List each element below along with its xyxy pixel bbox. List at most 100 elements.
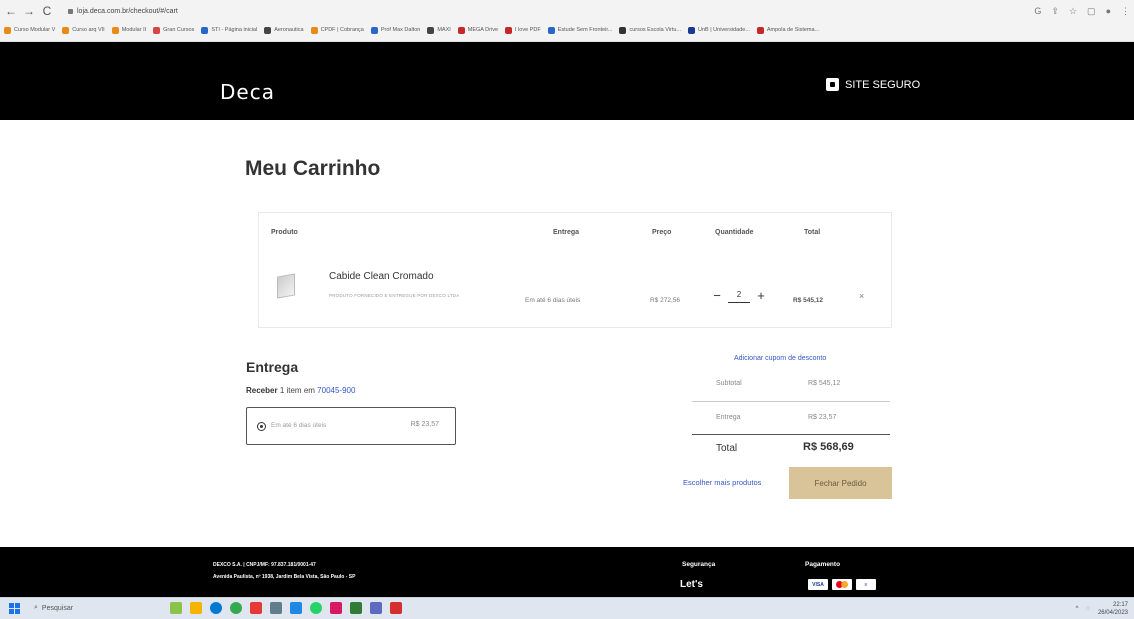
app-icon[interactable] — [370, 602, 382, 614]
edge-icon[interactable] — [210, 602, 222, 614]
bookmark-favicon-icon — [62, 26, 70, 34]
product-image[interactable] — [277, 273, 295, 299]
bookmark-favicon-icon — [619, 26, 627, 34]
address-bar[interactable]: loja.deca.com.br/checkout/#/cart — [68, 8, 178, 15]
item-total: R$ 545,12 — [793, 297, 823, 304]
bookmark-item[interactable]: STI - Página inicial — [201, 26, 257, 34]
bookmark-label: Curso Modular V — [14, 27, 56, 33]
receive-label: Receber — [246, 386, 278, 395]
product-name[interactable]: Cabide Clean Cromado — [329, 271, 434, 282]
footer-address: Avenida Paulista, nº 1938, Jardim Bela V… — [213, 574, 356, 580]
app-icon[interactable] — [330, 602, 342, 614]
bookmark-label: I love PDF — [515, 27, 541, 33]
app-icon[interactable] — [350, 602, 362, 614]
bookmark-item[interactable]: MAXI — [427, 26, 451, 34]
taskbar-search-placeholder: Pesquisar — [41, 604, 74, 612]
app-icon[interactable] — [270, 602, 282, 614]
column-header-price: Preço — [652, 229, 672, 236]
page-title: Meu Carrinho — [245, 157, 381, 180]
bookmark-label: CPDF | Cobrança — [320, 27, 364, 33]
google-icon[interactable]: G — [1034, 6, 1041, 16]
explorer-icon[interactable] — [190, 602, 202, 614]
bookmark-item[interactable]: Estude Sem Fronteir... — [547, 26, 612, 34]
star-icon[interactable]: ☆ — [1069, 6, 1077, 17]
chrome-icon[interactable] — [230, 602, 242, 614]
remove-item-icon[interactable]: × — [859, 291, 864, 301]
shipping-label: Entrega — [716, 414, 741, 421]
increase-quantity-button[interactable]: + — [756, 288, 766, 303]
checkout-button[interactable]: Fechar Pedido — [789, 467, 892, 499]
add-coupon-link[interactable]: Adicionar cupom de desconto — [734, 355, 826, 362]
decrease-quantity-button[interactable]: − — [712, 288, 722, 303]
windows-taskbar: ⌕ Pesquisar ^ ◌ 22:17 26/04/2023 — [0, 597, 1134, 619]
product-seller-note: PRODUTO FORNECIDO E ENTREGUE POR DEXCO L… — [329, 293, 460, 298]
windows-start-icon[interactable] — [9, 603, 20, 614]
forward-icon[interactable]: → — [22, 4, 36, 18]
app-icon[interactable] — [290, 602, 302, 614]
quantity-input[interactable]: 2 — [728, 287, 750, 303]
bookmark-label: Aeronautica — [274, 27, 304, 33]
app-icon[interactable] — [170, 602, 182, 614]
bookmark-label: Ampola de Sistema... — [766, 27, 820, 33]
bookmark-favicon-icon — [111, 26, 119, 34]
bookmark-label: Modular II — [121, 27, 147, 33]
bookmark-item[interactable]: MEGA Drive — [457, 26, 498, 34]
bookmark-item[interactable]: cursos Escola Virtu... — [619, 26, 681, 34]
browser-actions: G ⇪ ☆ ▢ ● ⋮ — [1034, 2, 1130, 20]
column-header-delivery: Entrega — [553, 229, 580, 236]
bookmark-favicon-icon — [505, 26, 513, 34]
clock[interactable]: 22:17 26/04/2023 — [1098, 601, 1128, 617]
whatsapp-icon[interactable] — [310, 602, 322, 614]
bookmark-item[interactable]: UnB | Universidade... — [688, 26, 750, 34]
delivery-destination: Receber 1 item em 70045-900 — [246, 386, 355, 395]
shipping-row: Entrega R$ 23,57 — [692, 406, 890, 434]
bookmark-label: cursos Escola Virtu... — [629, 27, 681, 33]
bookmark-item[interactable]: Curso arq VII — [62, 26, 105, 34]
bookmark-item[interactable]: Gran Cursos — [153, 26, 194, 34]
bookmark-item[interactable]: Ampola de Sistema... — [756, 26, 820, 34]
menu-icon[interactable]: ⋮ — [1121, 6, 1130, 17]
total-value: R$ 568,69 — [803, 441, 854, 453]
cart-table: Produto Entrega Preço Quantidade Total C… — [258, 212, 892, 328]
subtotal-label: Subtotal — [716, 380, 742, 387]
bookmark-label: UnB | Universidade... — [698, 27, 750, 33]
shipping-option[interactable]: Em até 6 dias úteis R$ 23,57 — [246, 407, 456, 445]
bookmark-item[interactable]: Prof Max Dalton — [370, 26, 421, 34]
bookmark-item[interactable]: Curso Modular V — [4, 26, 56, 34]
bookmark-item[interactable]: Aeronautica — [264, 26, 304, 34]
footer-security-title: Segurança — [682, 561, 716, 568]
system-tray: ^ ◌ 22:17 26/04/2023 — [1076, 601, 1128, 617]
bookmark-item[interactable]: I love PDF — [505, 26, 541, 34]
share-icon[interactable]: ⇪ — [1051, 6, 1059, 17]
wifi-icon[interactable]: ◌ — [1086, 606, 1090, 612]
payment-cards: VISA ≡ — [808, 579, 876, 590]
lock-icon — [68, 8, 73, 14]
receive-text: 1 item em — [279, 386, 315, 395]
bookmark-favicon-icon — [264, 26, 272, 34]
item-delivery-time: Em até 6 dias úteis — [525, 297, 581, 304]
taskbar-apps — [170, 602, 402, 614]
profile-icon[interactable]: ● — [1106, 6, 1111, 16]
bookmark-favicon-icon — [370, 26, 378, 34]
app-icon[interactable] — [250, 602, 262, 614]
chevron-up-icon[interactable]: ^ — [1076, 606, 1079, 612]
continue-shopping-link[interactable]: Escolher mais produtos — [683, 478, 761, 487]
bookmark-label: MAXI — [437, 27, 451, 33]
bookmark-item[interactable]: CPDF | Cobrança — [310, 26, 364, 34]
summary-divider — [692, 434, 890, 435]
bookmark-label: Curso arq VII — [72, 27, 105, 33]
item-unit-price: R$ 272,56 — [650, 297, 680, 304]
bookmark-item[interactable]: Modular II — [111, 26, 147, 34]
subtotal-value: R$ 545,12 — [808, 380, 841, 387]
taskbar-search[interactable]: ⌕ Pesquisar — [34, 604, 73, 612]
site-header: Deca SITE SEGURO — [0, 42, 1134, 120]
back-icon[interactable]: ← — [4, 4, 18, 18]
sidepanel-icon[interactable]: ▢ — [1087, 6, 1096, 17]
shipping-radio[interactable] — [257, 422, 266, 431]
bookmark-favicon-icon — [547, 26, 555, 34]
acrobat-icon[interactable] — [390, 602, 402, 614]
reload-icon[interactable]: C — [40, 4, 54, 18]
deca-logo[interactable]: Deca — [220, 80, 275, 104]
zip-code-link[interactable]: 70045-900 — [317, 386, 355, 395]
bookmark-label: Prof Max Dalton — [380, 27, 421, 33]
